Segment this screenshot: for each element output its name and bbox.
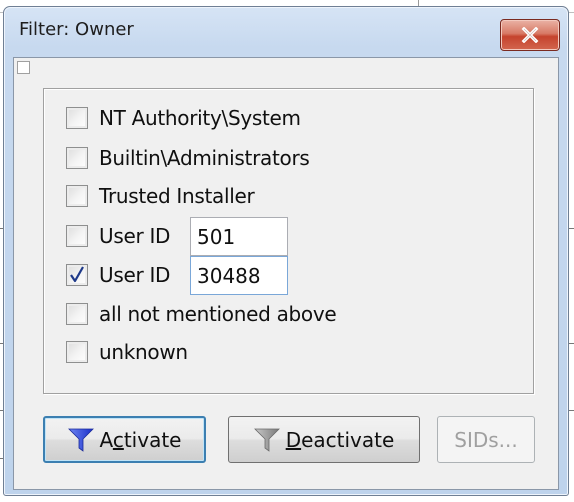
user-id-2-field[interactable] <box>190 256 288 295</box>
filter-row-trusted-installer[interactable]: Trusted Installer <box>66 183 255 209</box>
checkbox-trusted-installer[interactable] <box>66 185 88 207</box>
user-id-1-field[interactable] <box>190 217 288 256</box>
checkbox-label: all not mentioned above <box>99 302 337 326</box>
checkbox-label: NT Authority\System <box>99 106 301 130</box>
checkmark-icon <box>70 266 84 283</box>
checkbox-nt-authority-system[interactable] <box>66 107 88 129</box>
filter-row-builtin-administrators[interactable]: Builtin\Administrators <box>66 145 310 171</box>
filter-funnel-icon <box>253 428 280 452</box>
filter-owner-dialog: Filter: Owner NT Authority\System Builti… <box>3 6 569 496</box>
dialog-client-area: NT Authority\System Builtin\Administrato… <box>13 57 559 490</box>
close-button[interactable] <box>500 19 560 51</box>
deactivate-button[interactable]: Deactivate <box>228 416 420 463</box>
checkbox-label: unknown <box>99 340 188 364</box>
activate-label: Activate <box>99 427 182 452</box>
size-grip-icon[interactable] <box>17 61 30 74</box>
filter-funnel-icon <box>67 428 94 452</box>
filter-row-unknown[interactable]: unknown <box>66 339 188 365</box>
filter-row-user-id-1[interactable]: User ID <box>66 223 170 249</box>
checkbox-all-not-mentioned[interactable] <box>66 303 88 325</box>
filter-row-nt-authority-system[interactable]: NT Authority\System <box>66 105 301 131</box>
deactivate-label: Deactivate <box>285 427 395 452</box>
activate-button[interactable]: Activate <box>43 416 206 463</box>
checkbox-label: Trusted Installer <box>99 184 255 208</box>
checkbox-user-id-2[interactable] <box>66 264 88 286</box>
checkbox-label: User ID <box>99 263 171 287</box>
filter-row-all-not-mentioned[interactable]: all not mentioned above <box>66 301 337 327</box>
dialog-title: Filter: Owner <box>19 19 134 40</box>
checkbox-label: User ID <box>99 224 171 248</box>
checkbox-unknown[interactable] <box>66 341 88 363</box>
filter-row-user-id-2[interactable]: User ID <box>66 262 170 288</box>
checkbox-user-id-1[interactable] <box>66 225 88 247</box>
sids-button[interactable]: SIDs... <box>437 416 535 463</box>
checkbox-builtin-administrators[interactable] <box>66 147 88 169</box>
checkbox-label: Builtin\Administrators <box>99 146 310 170</box>
close-icon <box>521 27 539 43</box>
